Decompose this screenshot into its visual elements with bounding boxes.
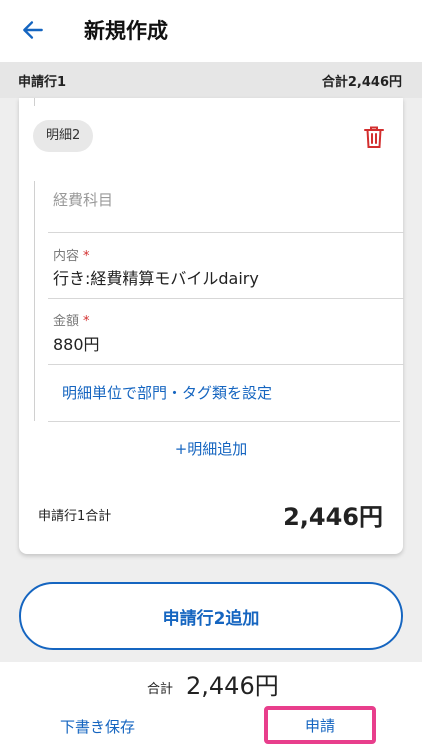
subtotal-value: 2,446円 — [283, 503, 383, 531]
add-detail-button[interactable]: +明細追加 — [19, 438, 403, 459]
content-value: 行き:経費精算モバイルdairy — [53, 269, 259, 288]
content-label: 内容 — [53, 249, 80, 264]
department-tag-setting-link[interactable]: 明細単位で部門・タグ類を設定 — [48, 379, 400, 422]
card-divider — [34, 98, 35, 106]
detail-card: 明細2 経費科目 内容 * 行き:経費精算モバイルdairy 金額 * 880円 明… — [19, 98, 404, 554]
section-total: 合計2,446円 — [321, 74, 402, 90]
section-header: 申請行1 合計2,446円 — [0, 62, 422, 98]
total-label: 合計 — [147, 682, 174, 697]
total-value: 2,446円 — [186, 672, 279, 700]
page-title: 新規作成 — [84, 19, 168, 43]
amount-value: 880円 — [53, 335, 100, 354]
content-field[interactable]: 内容 * 行き:経費精算モバイルdairy — [48, 233, 404, 299]
trash-icon[interactable] — [363, 125, 385, 149]
detail-chip: 明細2 — [33, 120, 94, 152]
arrow-left-icon[interactable] — [20, 17, 46, 43]
expense-item-field[interactable]: 経費科目 — [48, 181, 404, 233]
save-draft-button[interactable]: 下書き保存 — [60, 716, 135, 737]
subtotal-label: 申請行1合計 — [38, 509, 112, 524]
required-mark: * — [83, 314, 90, 329]
app-bar: 新規作成 — [0, 0, 422, 62]
required-mark: * — [83, 249, 90, 264]
expense-item-placeholder: 経費科目 — [53, 191, 114, 209]
amount-field[interactable]: 金額 * 880円 — [48, 299, 404, 365]
footer: 合計 2,446円 下書き保存 申請 — [0, 662, 422, 747]
submit-button[interactable]: 申請 — [264, 706, 376, 744]
add-row-button[interactable]: 申請行2追加 — [19, 582, 403, 650]
section-title: 申請行1 — [18, 74, 67, 90]
amount-label: 金額 — [53, 314, 80, 329]
detail-fields: 経費科目 内容 * 行き:経費精算モバイルdairy 金額 * 880円 明細単位で… — [34, 181, 404, 422]
